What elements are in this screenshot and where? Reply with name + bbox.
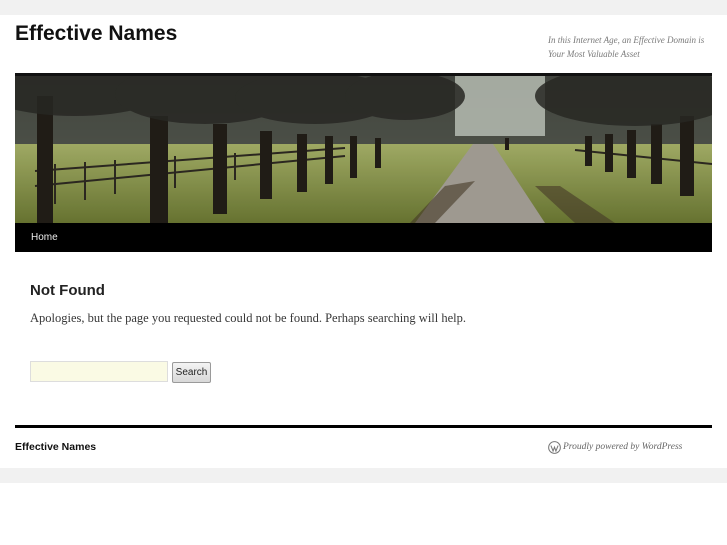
nav-item-home[interactable]: Home bbox=[31, 223, 58, 252]
site-description: In this Internet Age, an Effective Domai… bbox=[548, 35, 705, 59]
wordpress-icon bbox=[548, 441, 561, 454]
not-found-message: Apologies, but the page you requested co… bbox=[30, 311, 467, 325]
powered-by-link[interactable]: Proudly powered by WordPress bbox=[563, 442, 682, 452]
search-button[interactable]: Search bbox=[172, 362, 211, 383]
tree-avenue-photo bbox=[15, 76, 712, 223]
bottom-band bbox=[0, 468, 727, 483]
footer-divider bbox=[15, 425, 712, 428]
main-navigation: Home bbox=[15, 223, 712, 252]
footer-site-name[interactable]: Effective Names bbox=[15, 441, 96, 453]
header-image bbox=[15, 73, 712, 223]
top-band bbox=[0, 0, 727, 15]
site-title[interactable]: Effective Names bbox=[15, 22, 177, 46]
page-title: Not Found bbox=[30, 282, 105, 299]
search-input[interactable] bbox=[30, 361, 168, 382]
